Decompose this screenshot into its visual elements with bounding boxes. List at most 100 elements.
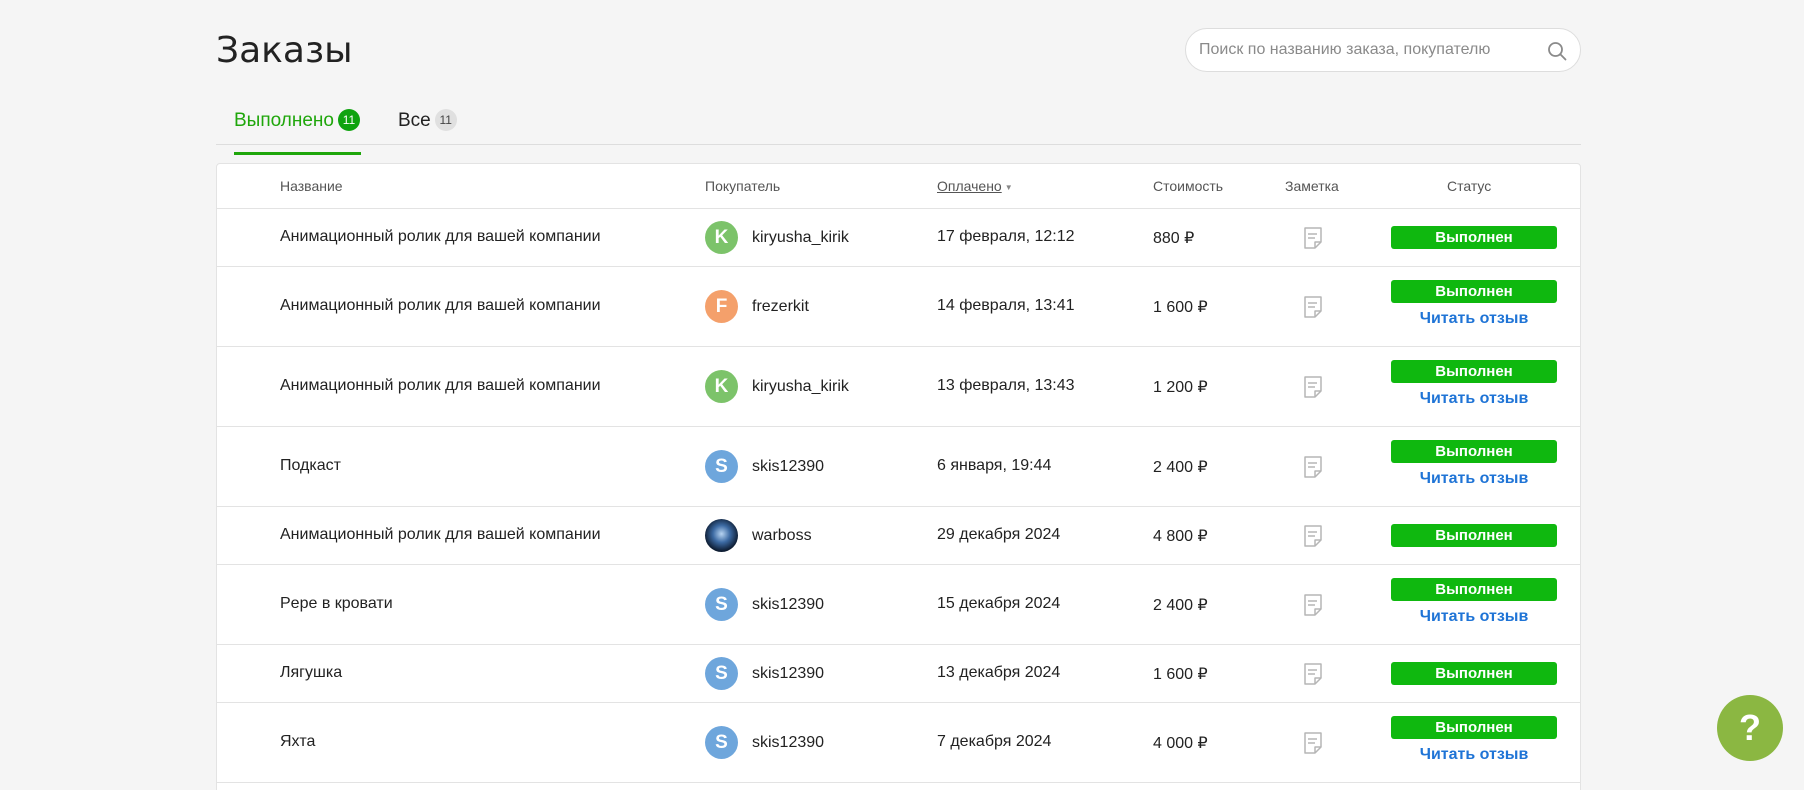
- order-name[interactable]: Анимационный ролик для вашей компании: [280, 228, 601, 246]
- header-buyer: Покупатель: [705, 178, 781, 194]
- order-name[interactable]: Подкаст: [280, 457, 341, 475]
- status-cell: Выполнен: [1391, 226, 1557, 249]
- order-name[interactable]: Анимационный ролик для вашей компании: [280, 297, 601, 315]
- tab-all-count: 11: [434, 109, 457, 131]
- note-icon[interactable]: [1302, 295, 1324, 319]
- order-price: 1 200 ₽: [1153, 379, 1208, 396]
- buyer-name: warboss: [752, 526, 812, 544]
- tabs: Выполнено 11 Все 11: [216, 100, 1581, 155]
- tab-completed-count: 11: [337, 109, 360, 131]
- order-name[interactable]: Pepe в кровати: [280, 595, 393, 613]
- order-price: 1 600 ₽: [1153, 299, 1208, 316]
- note-icon[interactable]: [1302, 593, 1324, 617]
- tab-all[interactable]: Все 11: [398, 109, 457, 144]
- read-review-link[interactable]: Читать отзыв: [1420, 608, 1529, 626]
- orders-page: Заказы Выполнено 11 Все 11 Название Поку…: [216, 0, 1581, 790]
- order-name[interactable]: Лягушка: [280, 664, 342, 682]
- search-input[interactable]: [1199, 29, 1539, 71]
- avatar: K: [705, 221, 738, 254]
- status-cell: Выполнен Читать отзыв: [1391, 716, 1557, 764]
- status-cell: Выполнен: [1391, 662, 1557, 685]
- table-row[interactable]: Лягушка Sskis12390 13 декабря 2024 1 600 ₽ В…: [217, 645, 1580, 703]
- header-paid-sort[interactable]: Оплачено ▼: [937, 178, 1013, 194]
- order-price: 4 000 ₽: [1153, 735, 1208, 752]
- avatar: [705, 519, 738, 552]
- page-title: Заказы: [216, 30, 353, 71]
- buyer-name: kiryusha_kirik: [752, 377, 849, 395]
- table-row[interactable]: Яхта Sskis12390 7 декабря 2024 4 000 ₽ Выпол…: [217, 703, 1580, 783]
- header-note: Заметка: [1285, 178, 1339, 194]
- note-icon[interactable]: [1302, 226, 1324, 250]
- orders-table: Название Покупатель Оплачено ▼ Стоимость …: [216, 163, 1581, 790]
- order-name[interactable]: Яхта: [280, 733, 315, 751]
- avatar: S: [705, 726, 738, 759]
- status-cell: Выполнен: [1391, 524, 1557, 547]
- status-badge: Выполнен: [1391, 360, 1557, 383]
- header-paid-label: Оплачено: [937, 178, 1002, 194]
- table-row[interactable]: Анимационный ролик для вашей компании war…: [217, 507, 1580, 565]
- buyer-name: skis12390: [752, 595, 825, 613]
- sort-arrow-icon: ▼: [1004, 182, 1013, 192]
- read-review-link[interactable]: Читать отзыв: [1420, 746, 1529, 764]
- buyer-name: skis12390: [752, 457, 825, 475]
- status-badge: Выполнен: [1391, 578, 1557, 601]
- note-icon[interactable]: [1302, 375, 1324, 399]
- tab-completed-label: Выполнено: [234, 110, 334, 131]
- paid-date: 29 декабря 2024: [937, 526, 1061, 543]
- buyer[interactable]: Ffrezerkit: [705, 290, 809, 323]
- buyer-name: frezerkit: [752, 297, 809, 315]
- help-button[interactable]: ?: [1717, 695, 1783, 761]
- read-review-link[interactable]: Читать отзыв: [1420, 470, 1529, 488]
- note-icon[interactable]: [1302, 455, 1324, 479]
- buyer[interactable]: warboss: [705, 519, 812, 552]
- paid-date: 17 февраля, 12:12: [937, 228, 1075, 245]
- status-badge: Выполнен: [1391, 716, 1557, 739]
- avatar: K: [705, 370, 738, 403]
- table-row[interactable]: Подкаст Sskis12390 6 января, 19:44 2 400 ₽ В…: [217, 427, 1580, 507]
- paid-date: 14 февраля, 13:41: [937, 297, 1075, 314]
- buyer[interactable]: Sskis12390: [705, 657, 824, 690]
- buyer[interactable]: Sskis12390: [705, 588, 824, 621]
- table-row[interactable]: Анимационный ролик для вашей компании Kki…: [217, 347, 1580, 427]
- status-badge: Выполнен: [1391, 662, 1557, 685]
- header-status: Статус: [1447, 178, 1492, 194]
- buyer-name: skis12390: [752, 664, 825, 682]
- header-name: Название: [280, 178, 343, 194]
- tab-all-label: Все: [398, 110, 431, 131]
- paid-date: 13 февраля, 13:43: [937, 377, 1075, 394]
- order-price: 1 600 ₽: [1153, 666, 1208, 683]
- table-row[interactable]: Анимационный ролик для вашей компании Kki…: [217, 209, 1580, 267]
- order-price: 880 ₽: [1153, 230, 1195, 247]
- avatar: F: [705, 290, 738, 323]
- note-icon[interactable]: [1302, 731, 1324, 755]
- paid-date: 15 декабря 2024: [937, 595, 1061, 612]
- buyer[interactable]: Sskis12390: [705, 726, 824, 759]
- avatar: S: [705, 588, 738, 621]
- status-cell: Выполнен Читать отзыв: [1391, 360, 1557, 408]
- buyer[interactable]: Sskis12390: [705, 450, 824, 483]
- read-review-link[interactable]: Читать отзыв: [1420, 310, 1529, 328]
- table-row[interactable]: Анимационный ролик для вашей компании Ffr…: [217, 267, 1580, 347]
- avatar: S: [705, 450, 738, 483]
- buyer[interactable]: Kkiryusha_kirik: [705, 370, 849, 403]
- tab-completed[interactable]: Выполнено 11: [234, 109, 361, 155]
- table-row[interactable]: Pepe в кровати Sskis12390 15 декабря 2024 2…: [217, 565, 1580, 645]
- status-cell: Выполнен Читать отзыв: [1391, 578, 1557, 626]
- order-price: 4 800 ₽: [1153, 528, 1208, 545]
- paid-date: 13 декабря 2024: [937, 664, 1061, 681]
- status-badge: Выполнен: [1391, 280, 1557, 303]
- note-icon[interactable]: [1302, 662, 1324, 686]
- status-cell: Выполнен Читать отзыв: [1391, 280, 1557, 328]
- buyer-name: skis12390: [752, 733, 825, 751]
- read-review-link[interactable]: Читать отзыв: [1420, 390, 1529, 408]
- table-header: Название Покупатель Оплачено ▼ Стоимость …: [217, 164, 1580, 209]
- note-icon[interactable]: [1302, 524, 1324, 548]
- order-name[interactable]: Анимационный ролик для вашей компании: [280, 526, 601, 544]
- buyer-name: kiryusha_kirik: [752, 228, 849, 246]
- avatar: S: [705, 657, 738, 690]
- header-price: Стоимость: [1153, 178, 1224, 194]
- order-price: 2 400 ₽: [1153, 459, 1208, 476]
- order-name[interactable]: Анимационный ролик для вашей компании: [280, 377, 601, 395]
- buyer[interactable]: Kkiryusha_kirik: [705, 221, 849, 254]
- search-icon[interactable]: [1546, 40, 1568, 62]
